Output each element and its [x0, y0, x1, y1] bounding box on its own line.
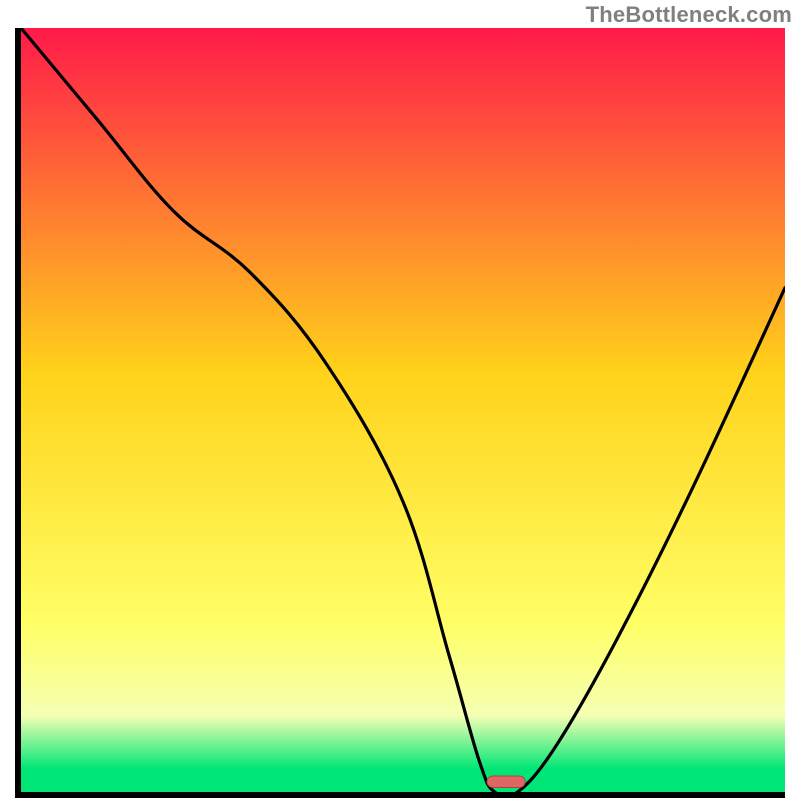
- plot-area: [15, 28, 785, 798]
- optimal-marker: [21, 28, 785, 792]
- watermark-text: TheBottleneck.com: [586, 2, 792, 28]
- chart-stage: TheBottleneck.com: [0, 0, 800, 800]
